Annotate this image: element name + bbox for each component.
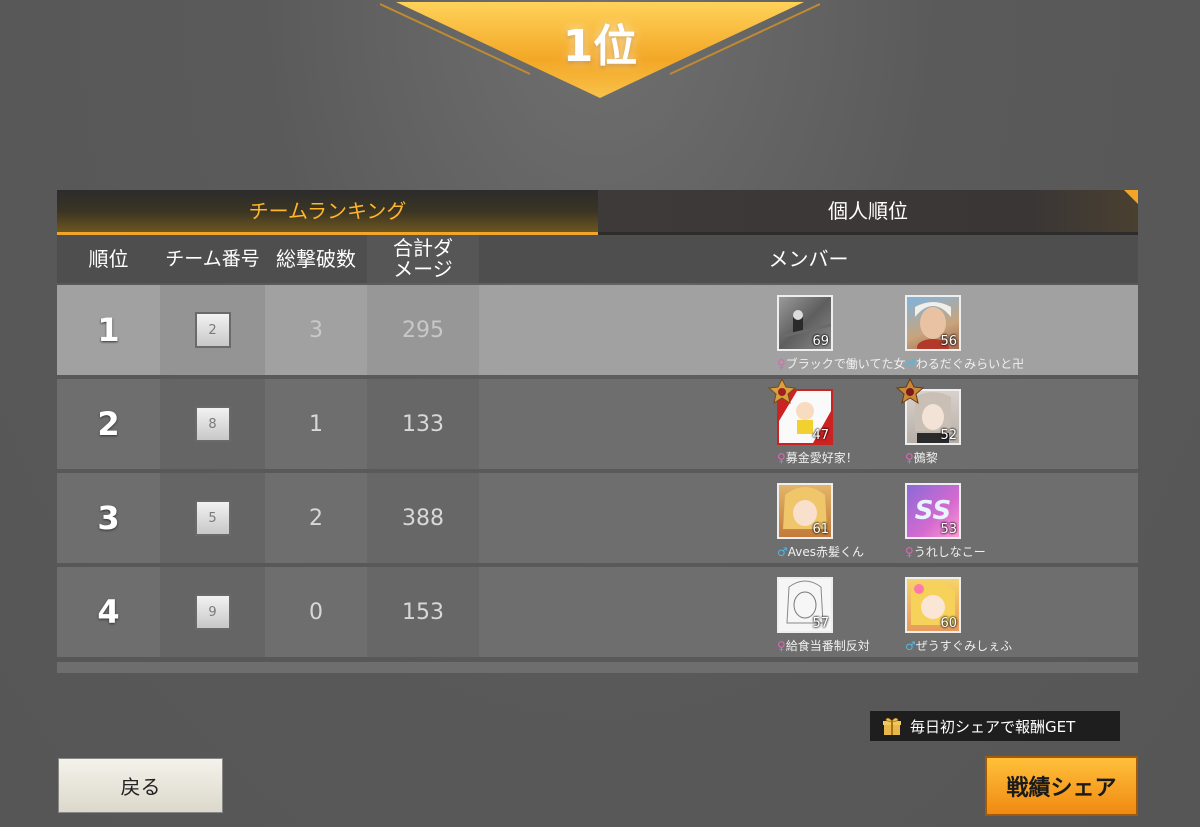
share-reward-tip: 毎日初シェアで報酬GET xyxy=(870,711,1120,741)
row-kills: 0 xyxy=(309,599,323,625)
team-number-badge: 8 xyxy=(194,406,231,442)
header-team-number: チーム番号 xyxy=(165,247,260,270)
avatar-level: 61 xyxy=(812,522,829,537)
avatar[interactable]: 60 xyxy=(905,577,961,633)
row-damage: 295 xyxy=(367,285,479,375)
avatar[interactable]: 56 xyxy=(905,295,961,351)
avatar-level: 52 xyxy=(940,428,957,443)
table-row-partial xyxy=(57,662,1138,673)
avatar-level: 53 xyxy=(940,522,957,537)
female-icon: ♀ xyxy=(777,357,786,371)
member-name: Aves赤髪くん xyxy=(787,545,865,559)
avatar[interactable]: 69 xyxy=(777,295,833,351)
row-team-number: 5 xyxy=(160,473,265,563)
team-number-badge: 2 xyxy=(194,312,231,348)
tab-team-ranking[interactable]: チームランキング xyxy=(57,190,598,235)
row-rank: 1 xyxy=(97,311,120,349)
member-name: わるだぐみらいと卍 xyxy=(915,357,1025,371)
header-members: メンバー xyxy=(768,246,849,271)
corner-accent-icon xyxy=(1124,190,1138,204)
member-name: 鵺黎 xyxy=(913,451,938,465)
share-results-button[interactable]: 戦績シェア xyxy=(985,756,1138,816)
table-row: 2 8 1 133 47 ♀募金愛好家！ 52 ♀鵺黎 xyxy=(57,377,1138,469)
member-card[interactable]: 69 ♀ブラックで働いてた女 xyxy=(777,285,905,375)
male-icon: ♂ xyxy=(905,639,916,653)
row-kills: 1 xyxy=(309,411,323,437)
member-label: ♀募金愛好家！ xyxy=(777,449,858,466)
header-rank: 順位 xyxy=(88,246,129,271)
member-name: うれしなこー xyxy=(913,545,986,559)
rank-title: 1位 xyxy=(562,21,638,72)
avatar-level: 47 xyxy=(812,428,829,443)
row-damage: 153 xyxy=(367,567,479,657)
team-number-badge: 9 xyxy=(194,594,231,630)
gift-icon xyxy=(883,717,901,735)
row-kills: 3 xyxy=(309,317,323,343)
row-kills: 2 xyxy=(309,505,323,531)
rank-medal-icon xyxy=(895,377,925,405)
female-icon: ♀ xyxy=(777,639,786,653)
row-damage: 388 xyxy=(367,473,479,563)
member-card[interactable]: 52 ♀鵺黎 xyxy=(895,377,1025,469)
avatar-level: 56 xyxy=(940,334,957,349)
row-rank: 3 xyxy=(97,499,120,537)
row-team-number: 9 xyxy=(160,567,265,657)
row-rank: 4 xyxy=(97,593,120,631)
male-icon: ♂ xyxy=(905,357,916,371)
member-label: ♀ブラックで働いてた女 xyxy=(777,355,905,372)
member-label: ♀給食当番制反対 xyxy=(777,637,870,654)
team-number-badge: 5 xyxy=(194,500,231,536)
avatar-level: 69 xyxy=(812,334,829,349)
avatar[interactable]: SS 53 xyxy=(905,483,961,539)
share-tip-label: 毎日初シェアで報酬GET xyxy=(910,717,1076,736)
row-team-number: 2 xyxy=(160,285,265,375)
member-card[interactable]: 57 ♀給食当番制反対 xyxy=(777,567,897,657)
member-label: ♀うれしなこー xyxy=(905,543,986,560)
table-row: 1 2 3 295 69 ♀ブラックで働いてた女 56 ♂わるだぐみらいと卍 xyxy=(57,285,1138,375)
member-name: ぜうすぐみしぇふ xyxy=(915,639,1013,653)
row-rank: 2 xyxy=(97,405,120,443)
avatar[interactable]: 61 xyxy=(777,483,833,539)
member-name: 募金愛好家！ xyxy=(785,451,858,465)
member-label: ♂わるだぐみらいと卍 xyxy=(905,355,1024,372)
table-header: 順位 チーム番号 総撃破数 合計ダメージ メンバー xyxy=(57,235,1138,283)
header-total-damage-label: 合計ダメージ xyxy=(393,236,453,281)
rank-banner: 1位 xyxy=(380,0,820,100)
member-name: ブラックで働いてた女 xyxy=(785,357,906,371)
avatar-level: 57 xyxy=(812,616,829,631)
tab-bar: チームランキング 個人順位 xyxy=(57,190,1138,235)
member-card[interactable]: 60 ♂ぜうすぐみしぇふ xyxy=(905,567,1025,657)
table-row: 4 9 0 153 57 ♀給食当番制反対 60 ♂ぜうすぐみしぇふ xyxy=(57,567,1138,657)
member-label: ♀鵺黎 xyxy=(905,449,938,466)
table-row: 3 5 2 388 61 ♂Aves赤髪くん SS 53 ♀うれしなこー xyxy=(57,473,1138,563)
female-icon: ♀ xyxy=(905,545,914,559)
male-icon: ♂ xyxy=(777,545,788,559)
avatar[interactable]: 57 xyxy=(777,577,833,633)
female-icon: ♀ xyxy=(905,451,914,465)
member-card[interactable]: 56 ♂わるだぐみらいと卍 xyxy=(905,285,1025,375)
avatar-level: 60 xyxy=(940,616,957,631)
header-total-kills: 総撃破数 xyxy=(276,246,356,271)
back-button[interactable]: 戻る xyxy=(58,758,223,813)
member-name: 給食当番制反対 xyxy=(785,639,870,653)
tab-personal-ranking[interactable]: 個人順位 xyxy=(598,190,1138,235)
rank-medal-icon xyxy=(767,377,797,405)
member-card[interactable]: 47 ♀募金愛好家！ xyxy=(767,377,897,469)
ranking-panel: チームランキング 個人順位 順位 チーム番号 総撃破数 合計ダメージ メンバー … xyxy=(57,190,1138,673)
member-card[interactable]: SS 53 ♀うれしなこー xyxy=(905,473,1025,563)
row-team-number: 8 xyxy=(160,379,265,469)
member-label: ♂ぜうすぐみしぇふ xyxy=(905,637,1012,654)
member-card[interactable]: 61 ♂Aves赤髪くん xyxy=(777,473,897,563)
member-label: ♂Aves赤髪くん xyxy=(777,543,864,560)
header-total-damage: 合計ダメージ xyxy=(367,235,479,283)
female-icon: ♀ xyxy=(777,451,786,465)
row-damage: 133 xyxy=(367,379,479,469)
tab-personal-label: 個人順位 xyxy=(828,199,908,223)
